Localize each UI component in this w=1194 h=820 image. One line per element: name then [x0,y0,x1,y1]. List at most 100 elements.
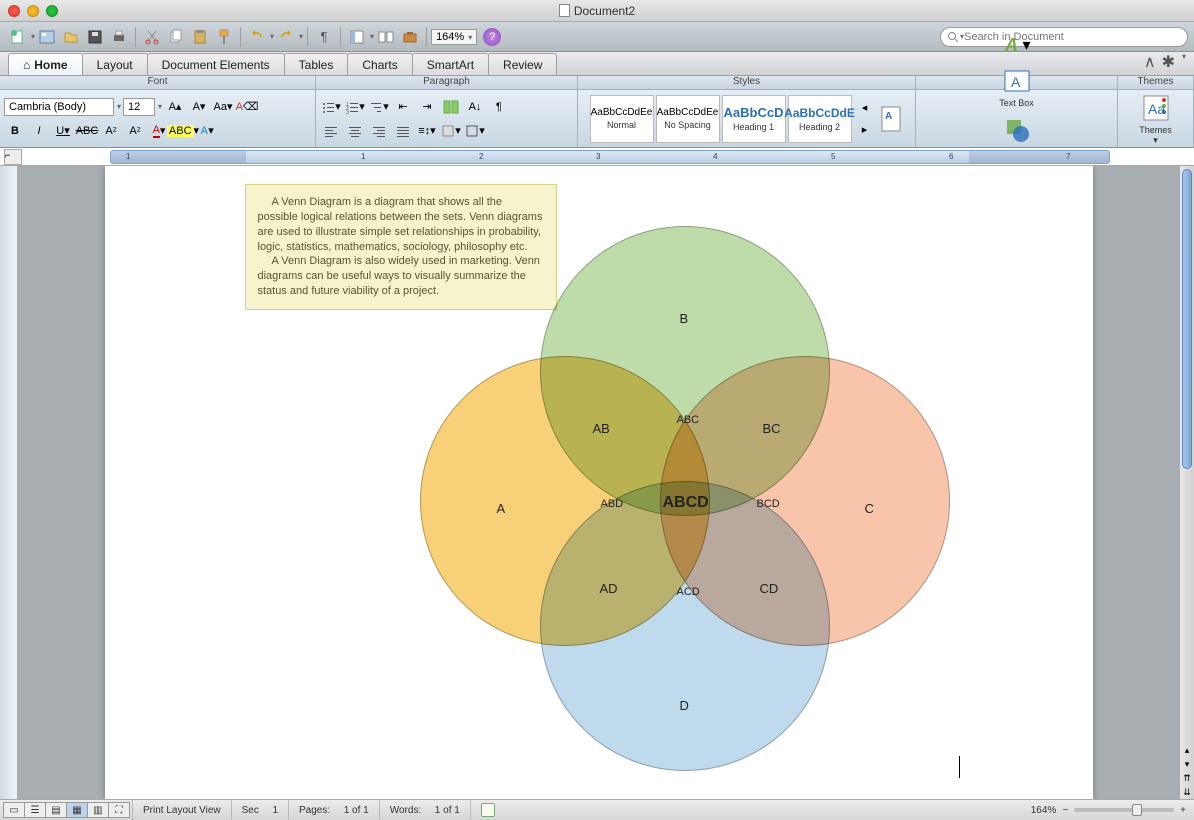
indent-left-button[interactable]: ⇤ [392,96,414,118]
superscript-button[interactable]: A2 [124,120,146,142]
show-hide-button[interactable]: ¶ [488,96,510,118]
cut-icon[interactable] [143,28,161,46]
align-right-button[interactable] [368,120,390,142]
pages-indicator[interactable]: Pages: 1 of 1 [288,800,379,820]
scroll-down-icon[interactable]: ▾ [1180,757,1194,771]
venn-diagram[interactable]: B A C D AB BC AD CD ABC ABD BCD ACD ABCD [405,226,965,786]
tab-review[interactable]: Review [488,53,557,75]
tab-tables[interactable]: Tables [284,53,349,75]
page[interactable]: A Venn Diagram is a diagram that shows a… [105,166,1093,799]
insert-wordart-icon[interactable]: A▾ [1003,31,1031,59]
style-no-spacing[interactable]: AaBbCcDdEeNo Spacing [656,95,720,143]
page-down-icon[interactable]: ⇊ [1180,785,1194,799]
styles-prev-icon[interactable]: ◂ [854,97,876,119]
vertical-ruler[interactable] [0,166,18,799]
zoom-select[interactable]: 164% ▾ [431,29,477,45]
search-input[interactable] [964,31,1181,43]
subscript-button[interactable]: A2 [100,120,122,142]
shrink-font-icon[interactable]: A▾ [188,96,210,118]
view-outline-button[interactable]: ☰ [24,802,46,818]
styles-next-icon[interactable]: ▸ [854,119,876,141]
change-case-icon[interactable]: Aa▾ [212,96,234,118]
document-viewport[interactable]: A Venn Diagram is a diagram that shows a… [18,166,1179,799]
sort-button[interactable]: A↓ [464,96,486,118]
shading-button[interactable]: ▾ [440,120,462,142]
scroll-up-icon[interactable]: ▴ [1180,743,1194,757]
indent-right-button[interactable]: ⇥ [416,96,438,118]
zoom-in-button[interactable]: + [1180,805,1186,816]
new-doc-icon[interactable] [9,28,27,46]
grow-font-icon[interactable]: A▴ [164,96,186,118]
multilevel-button[interactable]: ▾ [368,96,390,118]
tab-document-elements[interactable]: Document Elements [147,53,285,75]
spellcheck-indicator[interactable] [470,800,505,820]
view-draft-button[interactable]: ▭ [3,802,25,818]
copy-icon[interactable] [167,28,185,46]
venn-label-acd: ACD [677,586,700,598]
tab-type-button[interactable]: ⌐ [4,149,22,165]
columns-view-icon[interactable] [440,96,462,118]
line-spacing-button[interactable]: ≡↕▾ [416,120,438,142]
themes-button[interactable]: AaThemes▾ [1132,92,1180,146]
show-marks-icon[interactable]: ¶ [315,28,333,46]
tab-charts[interactable]: Charts [347,53,412,75]
view-fullscreen-button[interactable]: ⛶ [108,802,130,818]
align-center-button[interactable] [344,120,366,142]
styles-group: AaBbCcDdEeNormal AaBbCcDdEeNo Spacing Aa… [578,90,916,147]
sidebar-toggle-icon[interactable] [348,28,366,46]
clear-formatting-icon[interactable]: A⌫ [236,96,258,118]
zoom-slider[interactable] [1074,808,1174,812]
section-indicator[interactable]: Sec 1 [231,800,288,820]
vertical-scrollbar[interactable]: ▴ ▾ ⇈ ⇊ [1179,166,1194,799]
print-icon[interactable] [110,28,128,46]
redo-icon[interactable] [277,28,295,46]
scrollbar-thumb[interactable] [1182,169,1192,469]
underline-button[interactable]: U▾ [52,120,74,142]
svg-text:3: 3 [346,110,349,114]
gallery-icon[interactable] [377,28,395,46]
zoom-percent[interactable]: 164% [1031,805,1057,816]
toolbox-icon[interactable] [401,28,419,46]
zoom-slider-knob[interactable] [1132,804,1142,816]
style-heading2[interactable]: AaBbCcDdEHeading 2 [788,95,852,143]
ribbon-settings-icon[interactable]: ✱ [1162,52,1175,72]
borders-button[interactable]: ▾ [464,120,486,142]
tab-layout[interactable]: Layout [82,53,148,75]
italic-button[interactable]: I [28,120,50,142]
bullets-button[interactable]: ▾ [320,96,342,118]
paste-icon[interactable] [191,28,209,46]
page-up-icon[interactable]: ⇈ [1180,771,1194,785]
insert-textbox-button[interactable]: AText Box [993,65,1041,108]
style-heading1[interactable]: AaBbCcDHeading 1 [722,95,786,143]
highlight-button[interactable]: ABC▾ [172,120,194,142]
view-publishing-button[interactable]: ▤ [45,802,67,818]
help-icon[interactable]: ? [483,28,501,46]
words-indicator[interactable]: Words: 1 of 1 [379,800,470,820]
group-label-themes: Themes [1118,76,1194,89]
text-effects-button[interactable]: A▾ [196,120,218,142]
collapse-ribbon-icon[interactable]: ∧ [1144,52,1156,72]
save-icon[interactable] [86,28,104,46]
justify-button[interactable] [392,120,414,142]
align-left-button[interactable] [320,120,342,142]
bold-button[interactable]: B [4,120,26,142]
search-box[interactable]: ▾ [940,27,1188,47]
format-painter-icon[interactable] [215,28,233,46]
open-icon[interactable] [62,28,80,46]
zoom-out-button[interactable]: − [1062,805,1068,816]
strikethrough-button[interactable]: ABC [76,120,98,142]
paragraph-group: ▾ 123▾ ▾ ⇤ ⇥ A↓ ¶ ≡↕▾ ▾ ▾ [316,90,578,147]
venn-circle-d[interactable] [540,481,830,771]
tab-home[interactable]: ⌂Home [8,53,83,75]
style-normal[interactable]: AaBbCcDdEeNormal [590,95,654,143]
horizontal-ruler[interactable]: 1 1 2 3 4 5 6 7 [110,150,1110,164]
numbering-button[interactable]: 123▾ [344,96,366,118]
styles-pane-icon[interactable]: A [878,95,904,143]
tab-smartart[interactable]: SmartArt [412,53,489,75]
template-icon[interactable] [38,28,56,46]
undo-icon[interactable] [248,28,266,46]
font-size-select[interactable] [123,98,155,116]
font-name-select[interactable] [4,98,114,116]
view-notebook-button[interactable]: ▥ [87,802,109,818]
view-print-layout-button[interactable]: ▦ [66,802,88,818]
